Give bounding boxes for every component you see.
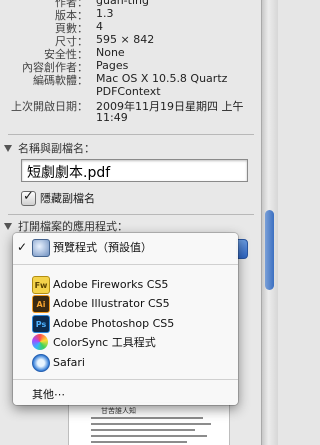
info-value: None bbox=[96, 46, 125, 59]
menu-item-photoshop[interactable]: Ps Adobe Photoshop CS5 bbox=[13, 313, 238, 333]
filename-text: 短劇劇本.pdf bbox=[27, 165, 111, 181]
menu-item-label: Adobe Fireworks CS5 bbox=[53, 277, 169, 291]
disclosure-triangle-icon[interactable] bbox=[4, 222, 12, 230]
info-value: 11:49 bbox=[96, 111, 128, 124]
info-row-content-creator: 內容創作者： Pages bbox=[0, 59, 262, 74]
checkmark-icon: ✓ bbox=[17, 240, 28, 254]
info-value: PDFContext bbox=[96, 85, 161, 98]
info-row-pages: 頁數： 4 bbox=[0, 20, 262, 35]
hide-extension-option[interactable]: 隱藏副檔名 bbox=[21, 189, 95, 206]
menu-item-label: Adobe Photoshop CS5 bbox=[53, 316, 175, 330]
info-value: 595 × 842 bbox=[96, 33, 155, 46]
filename-field[interactable]: 短劇劇本.pdf bbox=[21, 159, 248, 182]
scroll-thumb[interactable] bbox=[265, 210, 274, 290]
menu-separator bbox=[13, 379, 238, 380]
open-with-menu: ✓ 預覽程式（預設值） Fw Adobe Fireworks CS5 Ai Ad… bbox=[13, 233, 238, 405]
hide-extension-checkbox[interactable] bbox=[21, 189, 36, 206]
info-row-version: 版本： 1.3 bbox=[0, 7, 262, 22]
info-value: Mac OS X 10.5.8 Quartz bbox=[96, 72, 228, 85]
preview-app-icon bbox=[32, 239, 50, 257]
info-value: 1.3 bbox=[96, 7, 114, 20]
menu-item-label: 其他⋯ bbox=[32, 388, 65, 401]
menu-item-label: ColorSync 工具程式 bbox=[53, 336, 156, 349]
preview-text-line bbox=[91, 435, 207, 437]
info-value: 4 bbox=[96, 20, 103, 33]
info-row-security: 安全性： None bbox=[0, 46, 262, 61]
menu-item-preview-default[interactable]: ✓ 預覽程式（預設值） bbox=[13, 237, 238, 257]
preview-text-line bbox=[91, 429, 195, 431]
open-with-section-header[interactable]: 打開檔案的應用程式： bbox=[4, 219, 128, 233]
menu-item-fireworks[interactable]: Fw Adobe Fireworks CS5 bbox=[13, 274, 238, 294]
info-row-last-opened-time: 11:49 bbox=[0, 111, 262, 125]
info-row-encoding-software: 編碼軟體： Mac OS X 10.5.8 Quartz bbox=[0, 72, 262, 87]
document-preview: 甘苦誰人知 bbox=[68, 402, 230, 445]
menu-item-label: 預覽程式（預設值） bbox=[53, 241, 152, 254]
preview-text-line bbox=[91, 441, 187, 443]
preview-text-line bbox=[91, 423, 211, 425]
preview-text-line bbox=[91, 417, 203, 419]
colorsync-icon bbox=[32, 334, 48, 350]
preview-page-title: 甘苦誰人知 bbox=[101, 407, 136, 415]
menu-item-safari[interactable]: Safari bbox=[13, 352, 238, 372]
info-value: guan-ting bbox=[96, 0, 149, 7]
illustrator-icon: Ai bbox=[32, 295, 50, 313]
safari-icon bbox=[32, 354, 50, 372]
divider bbox=[8, 214, 254, 215]
fireworks-icon: Fw bbox=[32, 276, 50, 294]
info-row-last-opened: 上次開啟日期： 2009年11月19日星期四 上午 bbox=[0, 98, 262, 113]
info-value: Pages bbox=[96, 59, 129, 72]
photoshop-icon: Ps bbox=[32, 315, 50, 333]
vertical-scrollbar[interactable] bbox=[261, 0, 278, 445]
menu-item-other[interactable]: 其他⋯ bbox=[13, 384, 238, 404]
menu-item-label: Adobe Illustrator CS5 bbox=[53, 296, 170, 310]
hide-extension-label: 隱藏副檔名 bbox=[40, 192, 95, 205]
menu-separator bbox=[13, 264, 238, 265]
menu-item-colorsync[interactable]: ColorSync 工具程式 bbox=[13, 332, 238, 352]
info-row-encoding-software-cont: PDFContext bbox=[0, 85, 262, 99]
section-title: 打開檔案的應用程式： bbox=[18, 220, 128, 233]
menu-item-label: Safari bbox=[53, 355, 85, 369]
name-section-header[interactable]: 名稱與副檔名： bbox=[4, 141, 95, 155]
divider bbox=[8, 134, 254, 135]
info-row-dimensions: 尺寸： 595 × 842 bbox=[0, 33, 262, 48]
menu-item-illustrator[interactable]: Ai Adobe Illustrator CS5 bbox=[13, 293, 238, 313]
section-title: 名稱與副檔名： bbox=[18, 142, 95, 155]
disclosure-triangle-icon[interactable] bbox=[4, 144, 12, 152]
